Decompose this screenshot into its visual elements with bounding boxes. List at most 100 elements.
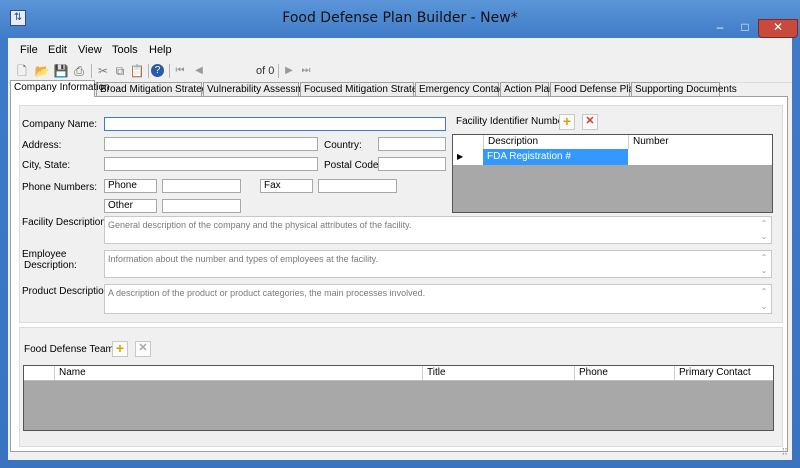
minimize-button[interactable]: – — [708, 20, 732, 37]
fax-number-input[interactable] — [318, 179, 397, 193]
copy-icon[interactable]: ⧉ — [112, 63, 128, 79]
grid-header: Name Title Phone Primary Contact — [24, 366, 773, 381]
company-information-panel: Company Name: Address: Country: City, St… — [10, 96, 788, 452]
other-type-input[interactable]: Other — [104, 199, 157, 213]
open-folder-icon[interactable]: 📂 — [34, 63, 50, 79]
last-record-icon[interactable]: ⏭ — [298, 63, 314, 79]
scroll-up-icon[interactable]: ⌃ — [761, 253, 768, 262]
tab-strip: Company Information Broad Mitigation Str… — [10, 80, 790, 97]
menu-tools[interactable]: Tools — [112, 44, 138, 56]
postal-code-label: Postal Code: — [324, 160, 382, 171]
fax-type-input[interactable]: Fax — [260, 179, 313, 193]
tab-vulnerability-assessment[interactable]: Vulnerability Assessment — [203, 82, 318, 96]
menu-edit[interactable]: Edit — [48, 44, 67, 56]
employee-description-label-line2: Description: — [24, 260, 77, 271]
scroll-down-icon[interactable]: ⌄ — [758, 301, 770, 312]
print-icon[interactable]: ⎙ — [71, 63, 87, 79]
column-header-phone[interactable]: Phone — [574, 366, 674, 380]
facility-description-textarea[interactable]: General description of the company and t… — [104, 216, 772, 244]
food-defense-team-grid[interactable]: Name Title Phone Primary Contact — [23, 365, 774, 431]
product-description-placeholder: A description of the product or product … — [108, 288, 426, 298]
postal-code-input[interactable] — [378, 157, 446, 171]
scrollbar[interactable]: ⌃ ⌄ — [758, 286, 770, 312]
column-header-number[interactable]: Number — [628, 135, 772, 149]
country-input[interactable] — [378, 137, 446, 151]
facility-description-placeholder: General description of the company and t… — [108, 220, 412, 230]
address-label: Address: — [22, 140, 62, 151]
app-window: ⇅ Food Defense Plan Builder - New* – □ ✕… — [0, 0, 800, 468]
first-record-icon[interactable]: ⏮ — [172, 63, 188, 79]
employee-description-placeholder: Information about the number and types o… — [108, 254, 378, 264]
row-header-column — [453, 135, 483, 149]
menu-help[interactable]: Help — [149, 44, 172, 56]
scrollbar[interactable]: ⌃ ⌄ — [758, 252, 770, 276]
next-record-icon[interactable]: ▶ — [281, 63, 297, 79]
record-count-label: of 0 — [256, 65, 275, 77]
scroll-down-icon[interactable]: ⌄ — [758, 231, 770, 242]
city-state-input[interactable] — [104, 157, 318, 171]
remove-icon: ✕ — [585, 115, 595, 127]
add-icon: + — [562, 113, 572, 129]
remove-icon: ✕ — [138, 342, 148, 354]
add-facility-id-button[interactable]: + — [559, 114, 575, 130]
cut-icon[interactable]: ✂ — [95, 63, 111, 79]
scroll-down-icon[interactable]: ⌄ — [758, 265, 770, 276]
column-header-description[interactable]: Description — [483, 135, 628, 149]
help-icon[interactable]: ? — [151, 64, 164, 77]
description-cell[interactable]: FDA Registration # — [483, 149, 628, 165]
product-description-label: Product Description: — [22, 286, 113, 297]
remove-team-member-button[interactable]: ✕ — [135, 341, 151, 357]
toolbar-separator — [169, 64, 170, 78]
phone-number-input[interactable] — [162, 179, 241, 193]
food-defense-team-label: Food Defense Team: — [24, 344, 117, 355]
save-icon[interactable]: 💾 — [53, 63, 69, 79]
column-header-primary-contact[interactable]: Primary Contact — [674, 366, 773, 380]
new-file-icon[interactable]: 🗋 — [14, 63, 30, 79]
maximize-button[interactable]: □ — [733, 20, 757, 37]
resize-grip-icon[interactable]: ⠿ — [781, 447, 788, 458]
remove-facility-id-button[interactable]: ✕ — [582, 114, 598, 130]
add-team-member-button[interactable]: + — [112, 341, 128, 357]
column-header-title[interactable]: Title — [422, 366, 574, 380]
facility-identifier-label: Facility Identifier Numbers: — [456, 116, 575, 127]
close-button[interactable]: ✕ — [758, 19, 798, 38]
company-name-input[interactable] — [104, 117, 446, 131]
column-header-name[interactable]: Name — [54, 366, 422, 380]
tab-focused-mitigation-strategies[interactable]: Focused Mitigation Strategies — [300, 82, 436, 96]
grid-header: Description Number — [453, 135, 772, 150]
previous-record-icon[interactable]: ◀ — [191, 63, 207, 79]
table-row[interactable]: ▶ FDA Registration # — [453, 149, 772, 165]
tab-broad-mitigation-strategies[interactable]: Broad Mitigation Strategies — [96, 82, 220, 96]
paste-icon[interactable]: 📋 — [129, 63, 145, 79]
menu-bar: File Edit View Tools Help — [8, 40, 792, 60]
toolbar-separator — [91, 64, 92, 78]
facility-identifier-grid[interactable]: Description Number ▶ FDA Registration # — [452, 134, 773, 213]
window-title: Food Defense Plan Builder - New* — [282, 10, 518, 26]
facility-description-label: Facility Description: — [22, 217, 109, 228]
title-bar[interactable]: ⇅ Food Defense Plan Builder - New* – □ ✕ — [0, 0, 800, 38]
toolbar-separator — [278, 64, 279, 78]
product-description-textarea[interactable]: A description of the product or product … — [104, 284, 772, 314]
address-input[interactable] — [104, 137, 318, 151]
tab-supporting-documents[interactable]: Supporting Documents — [631, 82, 737, 96]
scroll-up-icon[interactable]: ⌃ — [761, 219, 768, 228]
client-area: File Edit View Tools Help 🗋 📂 💾 ⎙ ✂ ⧉ 📋 … — [8, 38, 792, 460]
company-name-label: Company Name: — [22, 119, 98, 130]
scrollbar[interactable]: ⌃ ⌄ — [758, 218, 770, 242]
menu-view[interactable]: View — [78, 44, 102, 56]
other-number-input[interactable] — [162, 199, 241, 213]
scroll-up-icon[interactable]: ⌃ — [761, 287, 768, 296]
tab-company-information[interactable]: Company Information — [10, 80, 110, 97]
company-details-group: Company Name: Address: Country: City, St… — [19, 105, 783, 323]
employee-description-textarea[interactable]: Information about the number and types o… — [104, 250, 772, 278]
number-cell[interactable] — [628, 149, 772, 165]
tab-action-plan[interactable]: Action Plan — [500, 82, 555, 96]
phone-type-input[interactable]: Phone — [104, 179, 157, 193]
tab-emergency-contacts[interactable]: Emergency Contacts — [415, 82, 512, 96]
food-defense-team-group: Food Defense Team: + ✕ Name Title Phone … — [19, 327, 783, 447]
phone-numbers-label: Phone Numbers: — [22, 182, 98, 193]
city-state-label: City, State: — [22, 160, 71, 171]
add-icon: + — [115, 340, 125, 356]
tab-food-defense-plan[interactable]: Food Defense Plan — [550, 82, 640, 96]
menu-file[interactable]: File — [20, 44, 38, 56]
